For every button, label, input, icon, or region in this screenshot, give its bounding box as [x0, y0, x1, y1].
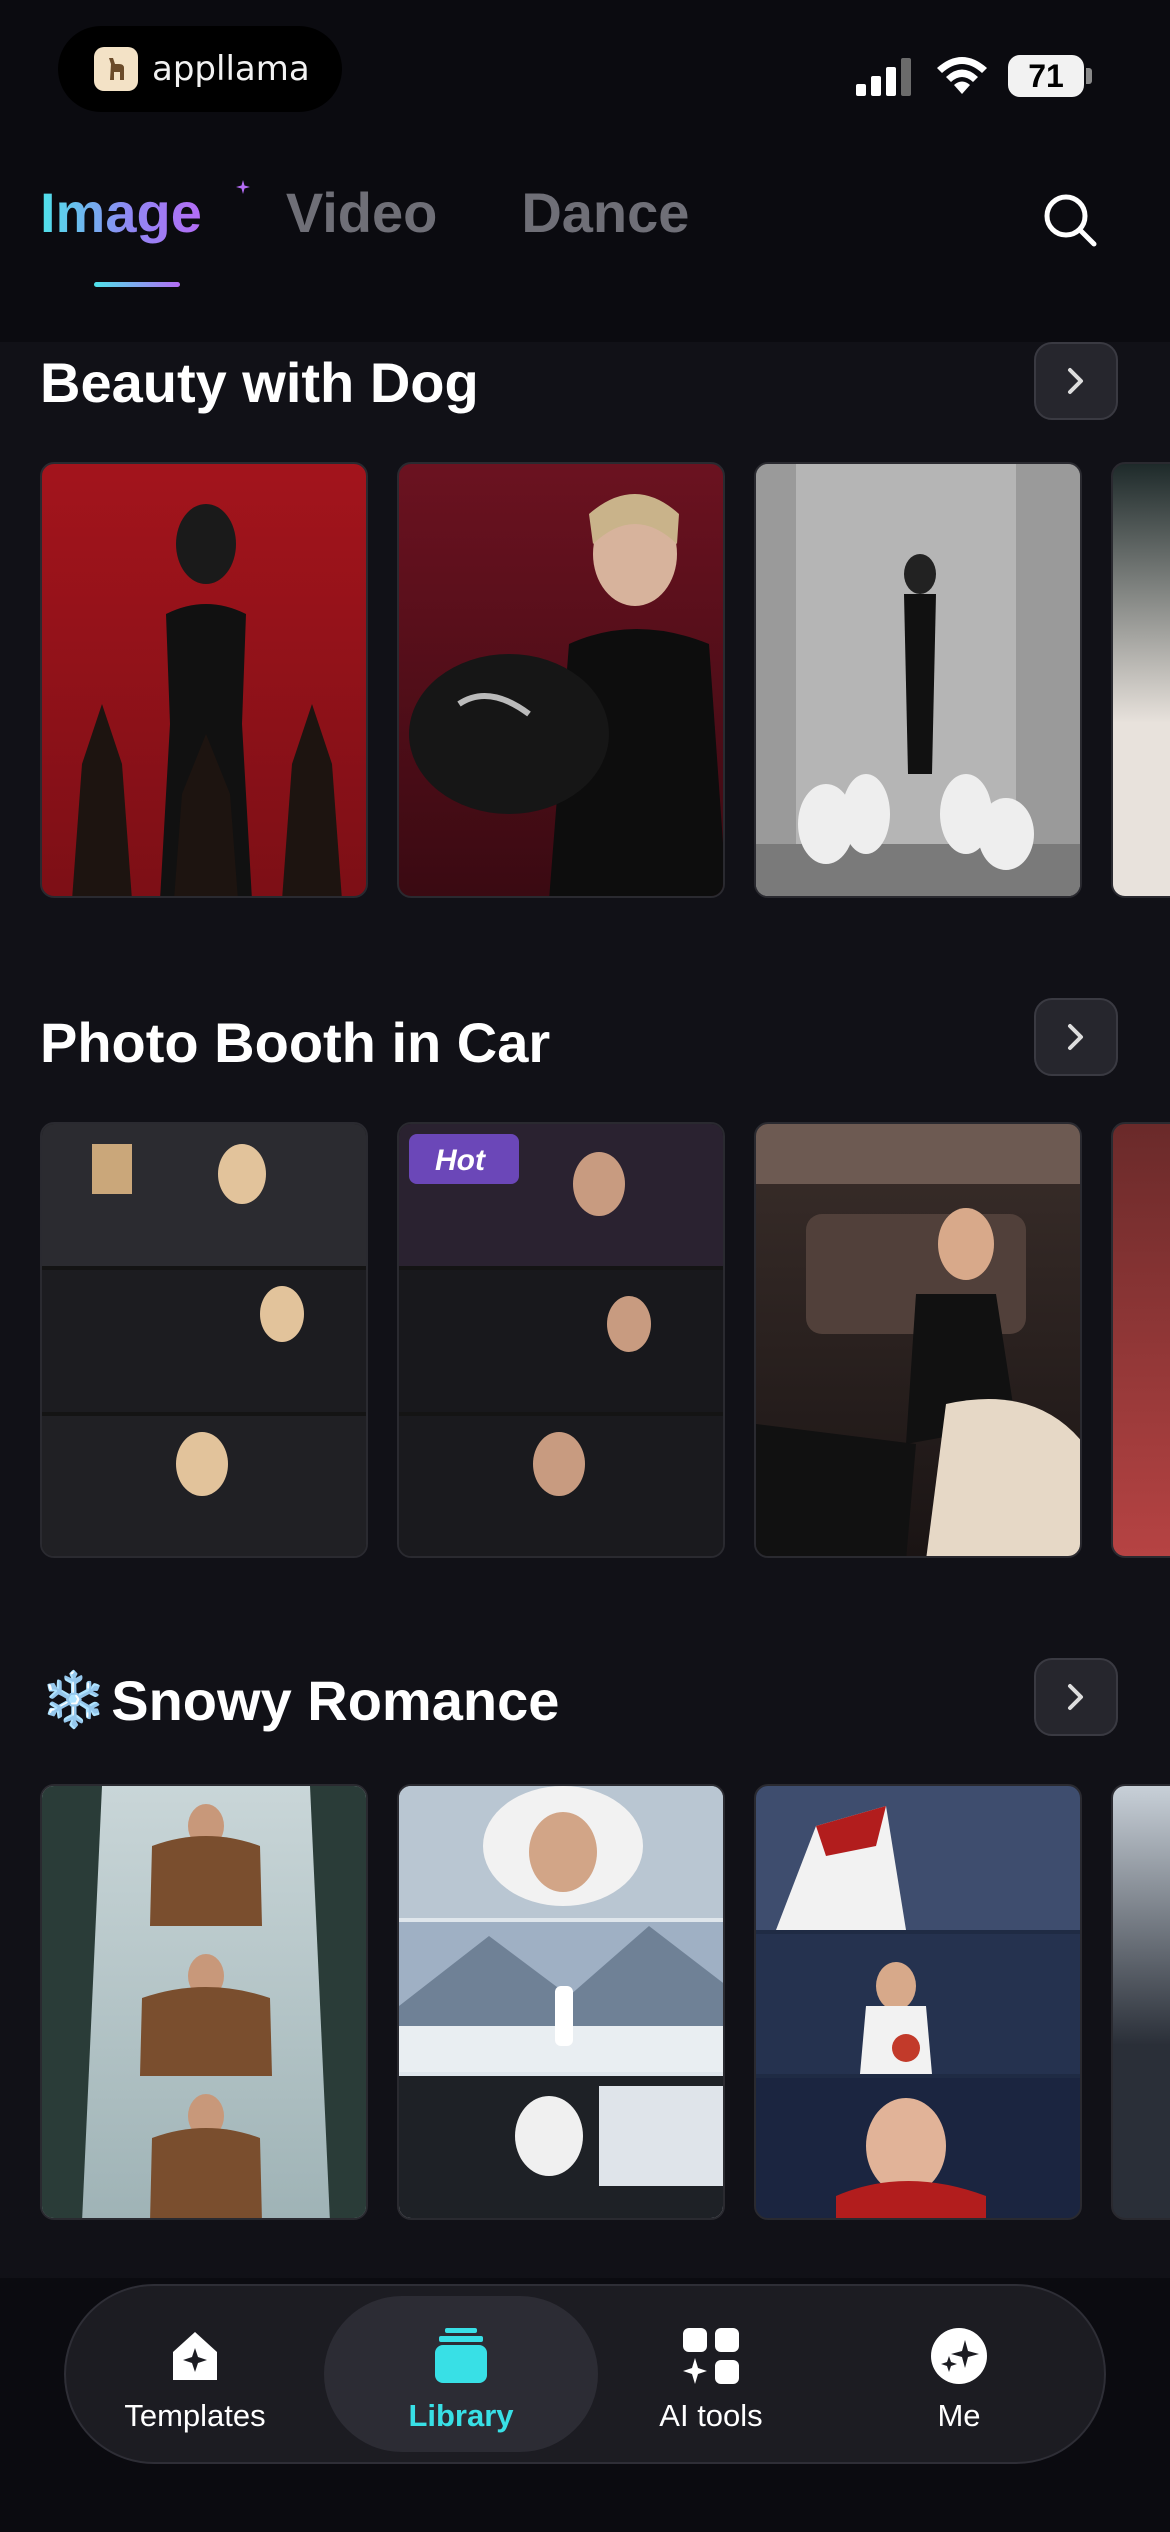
template-card[interactable]	[754, 1122, 1082, 1558]
template-card[interactable]	[754, 1784, 1082, 2220]
card-image	[42, 1124, 366, 1556]
template-card[interactable]	[397, 1784, 725, 2220]
card-image	[756, 464, 1080, 896]
template-card[interactable]	[397, 462, 725, 898]
card-image	[756, 1786, 1080, 2218]
tab-dance[interactable]: Dance	[521, 180, 689, 245]
section-snowy-romance: ❄️ Snowy Romance	[0, 1618, 1170, 2278]
snowflake-icon: ❄️	[40, 1670, 108, 1730]
wifi-icon	[937, 57, 987, 94]
template-card[interactable]	[40, 1122, 368, 1558]
section-beauty-with-dog: Beauty with Dog	[0, 342, 1170, 960]
template-card[interactable]	[1111, 1122, 1170, 1558]
hot-badge: Hot	[435, 1144, 485, 1177]
card-image	[409, 494, 723, 896]
active-tab-indicator	[94, 282, 180, 287]
app-badge[interactable]: appllama	[58, 26, 342, 112]
nav-library[interactable]: Library	[324, 2296, 598, 2452]
me-icon	[931, 2328, 987, 2384]
tab-image[interactable]: Image	[40, 180, 202, 245]
llama-logo-icon	[94, 47, 138, 91]
library-icon	[435, 2328, 487, 2383]
template-card[interactable]	[1111, 1784, 1170, 2220]
tab-video[interactable]: Video	[286, 180, 437, 245]
card-image	[756, 1124, 1080, 1556]
card-image	[399, 1124, 723, 1556]
see-more-button[interactable]	[1034, 1658, 1118, 1736]
nav-ai-tools[interactable]: AI tools	[586, 2286, 836, 2462]
battery-indicator: 71	[1008, 55, 1084, 97]
template-card[interactable]	[1111, 462, 1170, 898]
nav-templates[interactable]: Templates	[70, 2286, 320, 2462]
battery-cap	[1086, 68, 1092, 84]
card-image	[42, 1786, 366, 2218]
bottom-nav: Templates Library AI tools Me	[64, 2284, 1106, 2464]
cellular-signal-icon	[856, 58, 911, 96]
chevron-right-icon	[1068, 1684, 1083, 1710]
see-more-button[interactable]	[1034, 998, 1118, 1076]
templates-icon	[173, 2332, 217, 2380]
section-photo-booth-in-car: Photo Booth in Car Hot	[0, 960, 1170, 1618]
app-name: appllama	[152, 49, 310, 89]
ai-tools-icon	[683, 2328, 739, 2384]
template-card[interactable]	[754, 462, 1082, 898]
section-title: ❄️ Snowy Romance	[40, 1669, 560, 1732]
template-card[interactable]	[40, 1784, 368, 2220]
see-more-button[interactable]	[1034, 342, 1118, 420]
search-icon[interactable]	[1040, 190, 1100, 250]
card-image	[399, 1786, 723, 2218]
nav-me[interactable]: Me	[834, 2286, 1084, 2462]
section-title: Photo Booth in Car	[40, 1011, 551, 1074]
chevron-right-icon	[1068, 368, 1083, 394]
chevron-right-icon	[1068, 1024, 1083, 1050]
sparkle-icon	[236, 180, 250, 194]
card-image	[72, 504, 342, 896]
template-card[interactable]	[40, 462, 368, 898]
category-tabs: Image Video Dance	[40, 180, 773, 245]
template-card[interactable]: Hot	[397, 1122, 725, 1558]
section-title: Beauty with Dog	[40, 351, 479, 414]
